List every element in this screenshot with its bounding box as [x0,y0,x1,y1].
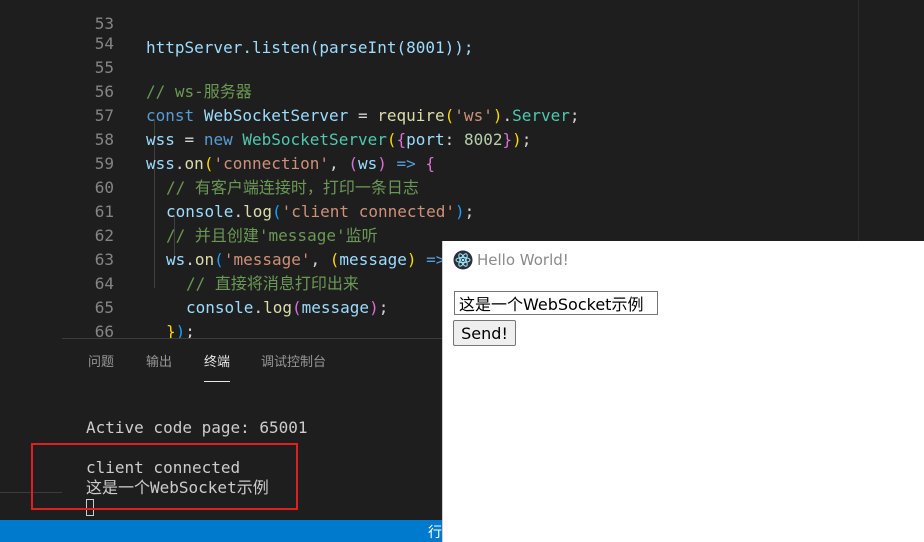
terminal-line: Active code page: 65001 [86,418,308,437]
highlight-annotation [31,443,298,510]
code-line-54: 54 [62,8,858,53]
status-line-indicator[interactable]: 行 [428,522,442,542]
send-button[interactable]: Send! [453,320,516,346]
message-input[interactable] [454,291,658,315]
code-line-62: 62 ws.on('message', (message) => { [62,200,858,269]
tab-debug-console[interactable]: 调试控制台 [261,353,326,381]
window-titlebar[interactable]: Hello World! [443,241,924,279]
code-line-58: 58 wss.on('connection', (ws) => { [62,104,858,173]
tab-terminal[interactable]: 终端 [204,353,231,382]
tab-output[interactable]: 输出 [146,353,172,381]
line-number: 66 [94,322,114,338]
punctuation: ; [185,322,195,338]
code-text: }); [166,320,195,338]
code-line-61: 61 // 并且创建'message'监听 [62,176,858,245]
code-line-60: 60 console.log('client connected'); [62,152,858,221]
electron-app-window: Hello World! Send! [442,241,924,542]
code-line-59: 59 // 有客户端连接时，打印一条日志 [62,128,858,197]
bracket: ) [175,322,186,338]
electron-icon [453,250,473,270]
tab-problems[interactable]: 问题 [88,353,114,381]
code-line-55: 55 // ws-服务器 [62,32,858,101]
code-line-56: 56 const WebSocketServer = require('ws')… [62,56,858,125]
window-title: Hello World! [477,251,569,269]
bracket: } [166,322,176,338]
left-sidebar [0,0,63,520]
code-line-57: 57 wss = new WebSocketServer({port: 8002… [62,80,858,149]
